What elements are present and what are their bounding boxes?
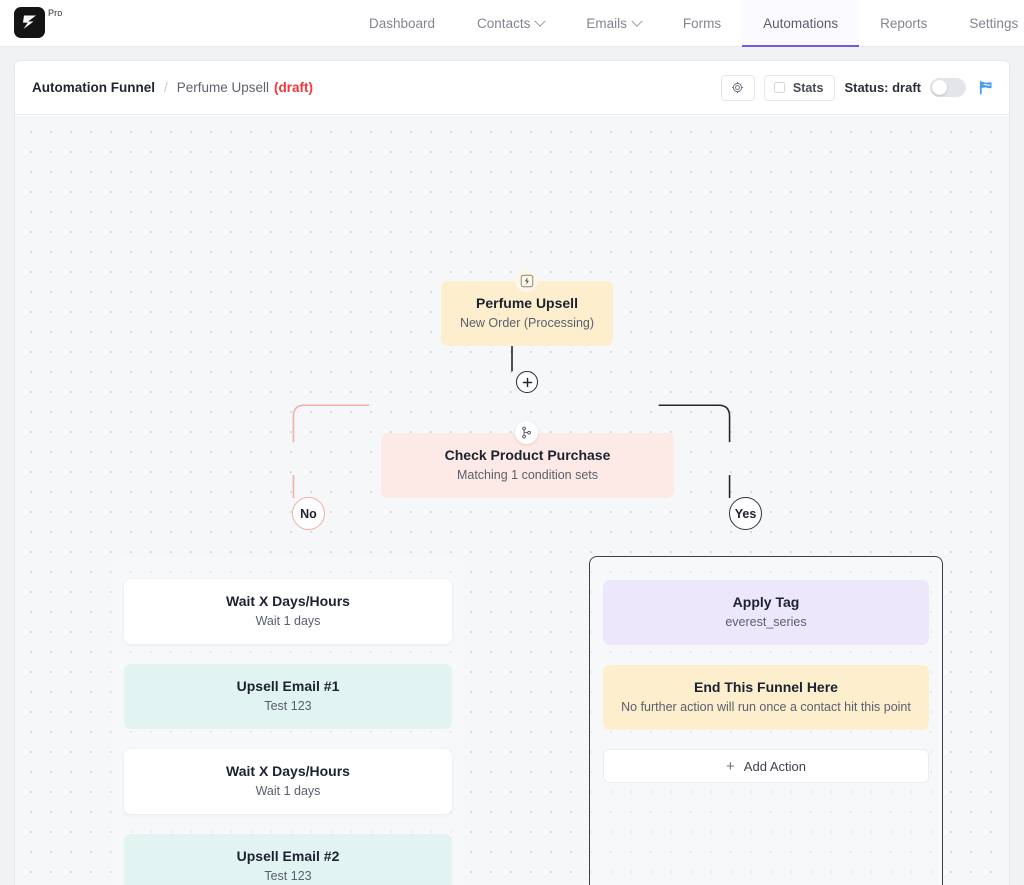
branch-label-no[interactable]: No bbox=[292, 497, 325, 530]
node-apply-tag[interactable]: Apply Tag everest_series bbox=[603, 580, 929, 645]
add-node-button[interactable] bbox=[516, 371, 538, 393]
breadcrumb-root[interactable]: Automation Funnel bbox=[32, 80, 155, 95]
nav-tab-label: Automations bbox=[763, 16, 839, 31]
node-wait-1[interactable]: Wait X Days/Hours Wait 1 days bbox=[124, 579, 452, 644]
node-title: Check Product Purchase bbox=[444, 447, 611, 463]
node-subtitle: No further action will run once a contac… bbox=[621, 700, 911, 714]
node-title: Upsell Email #2 bbox=[236, 848, 340, 864]
node-wait-2[interactable]: Wait X Days/Hours Wait 1 days bbox=[124, 749, 452, 814]
flag-button[interactable] bbox=[977, 79, 994, 96]
breadcrumb-current: Perfume Upsell bbox=[176, 80, 270, 95]
node-end-funnel[interactable]: End This Funnel Here No further action w… bbox=[603, 665, 929, 730]
node-title: Wait X Days/Hours bbox=[226, 763, 350, 779]
plus-icon bbox=[522, 377, 532, 387]
status-label: Status: draft bbox=[844, 80, 921, 95]
draft-status-tag: (draft) bbox=[274, 80, 314, 95]
nav-tab-label: Dashboard bbox=[369, 16, 436, 31]
funnel-subheader: Automation Funnel / Perfume Upsell (draf… bbox=[15, 61, 1009, 115]
funnel-flow: Perfume Upsell New Order (Processing) Ch… bbox=[15, 116, 1009, 885]
node-email-upsell-1[interactable]: Upsell Email #1 Test 123 bbox=[124, 664, 452, 729]
status-toggle-switch[interactable] bbox=[930, 78, 966, 97]
node-title: End This Funnel Here bbox=[694, 679, 838, 695]
node-email-upsell-2[interactable]: Upsell Email #2 Test 123 bbox=[124, 834, 452, 885]
node-subtitle: Wait 1 days bbox=[255, 784, 321, 798]
subheader-actions: Stats Status: draft bbox=[720, 74, 994, 101]
branch-label-text: Yes bbox=[734, 506, 757, 521]
node-title: Perfume Upsell bbox=[476, 295, 578, 311]
nav-tab-reports[interactable]: Reports bbox=[859, 0, 948, 47]
nav-tab-label: Settings bbox=[969, 16, 1019, 31]
stats-checkbox-icon[interactable] bbox=[773, 82, 785, 93]
chevron-down-icon bbox=[631, 15, 643, 27]
node-subtitle: Test 123 bbox=[264, 699, 312, 713]
node-subtitle: Wait 1 days bbox=[255, 614, 321, 628]
trigger-node-icon-badge bbox=[515, 269, 538, 292]
node-subtitle: everest_series bbox=[725, 615, 807, 629]
breadcrumb-separator: / bbox=[163, 80, 168, 95]
stats-label: Stats bbox=[792, 80, 824, 95]
chevron-down-icon bbox=[534, 15, 546, 27]
nav-tab-label: Forms bbox=[682, 16, 722, 31]
nav-tab-label: Emails bbox=[586, 16, 627, 31]
add-action-button-yes-branch[interactable]: + Add Action bbox=[603, 749, 929, 783]
branch-label-yes[interactable]: Yes bbox=[729, 497, 762, 530]
branch-container-yes: Apply Tag everest_series End This Funnel… bbox=[589, 556, 943, 885]
branch-label-text: No bbox=[300, 506, 317, 521]
nav-tabs: Dashboard Contacts Emails Forms Automati… bbox=[348, 0, 1024, 47]
nav-tab-automations[interactable]: Automations bbox=[742, 0, 860, 47]
funnel-settings-button[interactable] bbox=[720, 74, 755, 101]
pro-badge-label: Pro bbox=[48, 8, 63, 18]
node-subtitle: New Order (Processing) bbox=[459, 316, 595, 330]
plus-icon: + bbox=[726, 757, 735, 775]
stats-toggle-button[interactable]: Stats bbox=[763, 74, 836, 101]
nav-tab-emails[interactable]: Emails bbox=[565, 0, 662, 47]
top-navigation-bar: Pro Dashboard Contacts Emails Forms Auto… bbox=[0, 0, 1024, 47]
nav-tab-label: Contacts bbox=[477, 16, 531, 31]
branch-split-icon bbox=[522, 426, 531, 439]
node-title: Wait X Days/Hours bbox=[226, 593, 350, 609]
node-subtitle: Matching 1 condition sets bbox=[456, 468, 599, 482]
condition-node-icon-badge bbox=[515, 421, 538, 444]
brand-logo-group[interactable]: Pro bbox=[0, 0, 62, 46]
node-subtitle: Test 123 bbox=[264, 869, 312, 883]
automation-page-panel: Automation Funnel / Perfume Upsell (draf… bbox=[14, 60, 1010, 885]
add-action-label: Add Action bbox=[743, 758, 806, 774]
fluent-crm-logo-icon bbox=[14, 7, 45, 38]
nav-tab-label: Reports bbox=[880, 16, 928, 31]
node-title: Upsell Email #1 bbox=[236, 678, 340, 694]
funnel-canvas[interactable]: Perfume Upsell New Order (Processing) Ch… bbox=[15, 116, 1009, 885]
flag-icon bbox=[979, 80, 992, 95]
gear-icon bbox=[732, 81, 744, 94]
nav-tab-contacts[interactable]: Contacts bbox=[456, 0, 565, 47]
nav-tab-forms[interactable]: Forms bbox=[662, 0, 742, 47]
branch-container-no: Wait X Days/Hours Wait 1 days Upsell Ema… bbox=[111, 556, 465, 885]
node-title: Apply Tag bbox=[732, 594, 800, 610]
lightning-bolt-icon bbox=[520, 274, 533, 287]
nav-tab-dashboard[interactable]: Dashboard bbox=[348, 0, 456, 47]
nav-tab-settings[interactable]: Settings bbox=[948, 0, 1024, 47]
